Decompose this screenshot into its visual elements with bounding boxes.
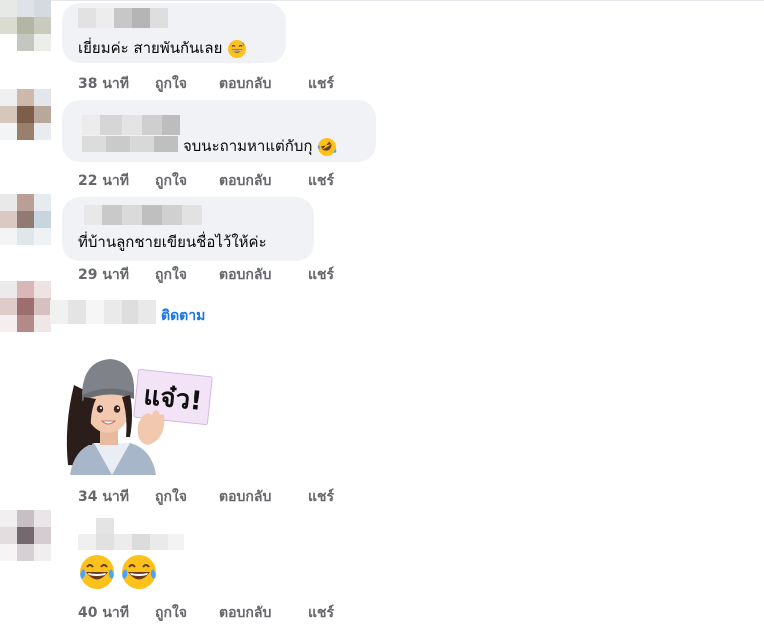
commenter-name[interactable]: [78, 518, 184, 550]
joy-emoji-icon: [122, 555, 156, 589]
share-button[interactable]: แชร์: [308, 602, 334, 624]
like-button[interactable]: ถูกใจ: [155, 602, 187, 624]
timestamp-link[interactable]: 40 นาที: [78, 602, 129, 624]
reply-button[interactable]: ตอบกลับ: [219, 602, 271, 624]
avatar[interactable]: [0, 510, 52, 562]
comment-5: 40 นาที ถูกใจ ตอบกลับ แชร์: [0, 0, 764, 625]
joy-emoji-icon: [80, 555, 114, 589]
